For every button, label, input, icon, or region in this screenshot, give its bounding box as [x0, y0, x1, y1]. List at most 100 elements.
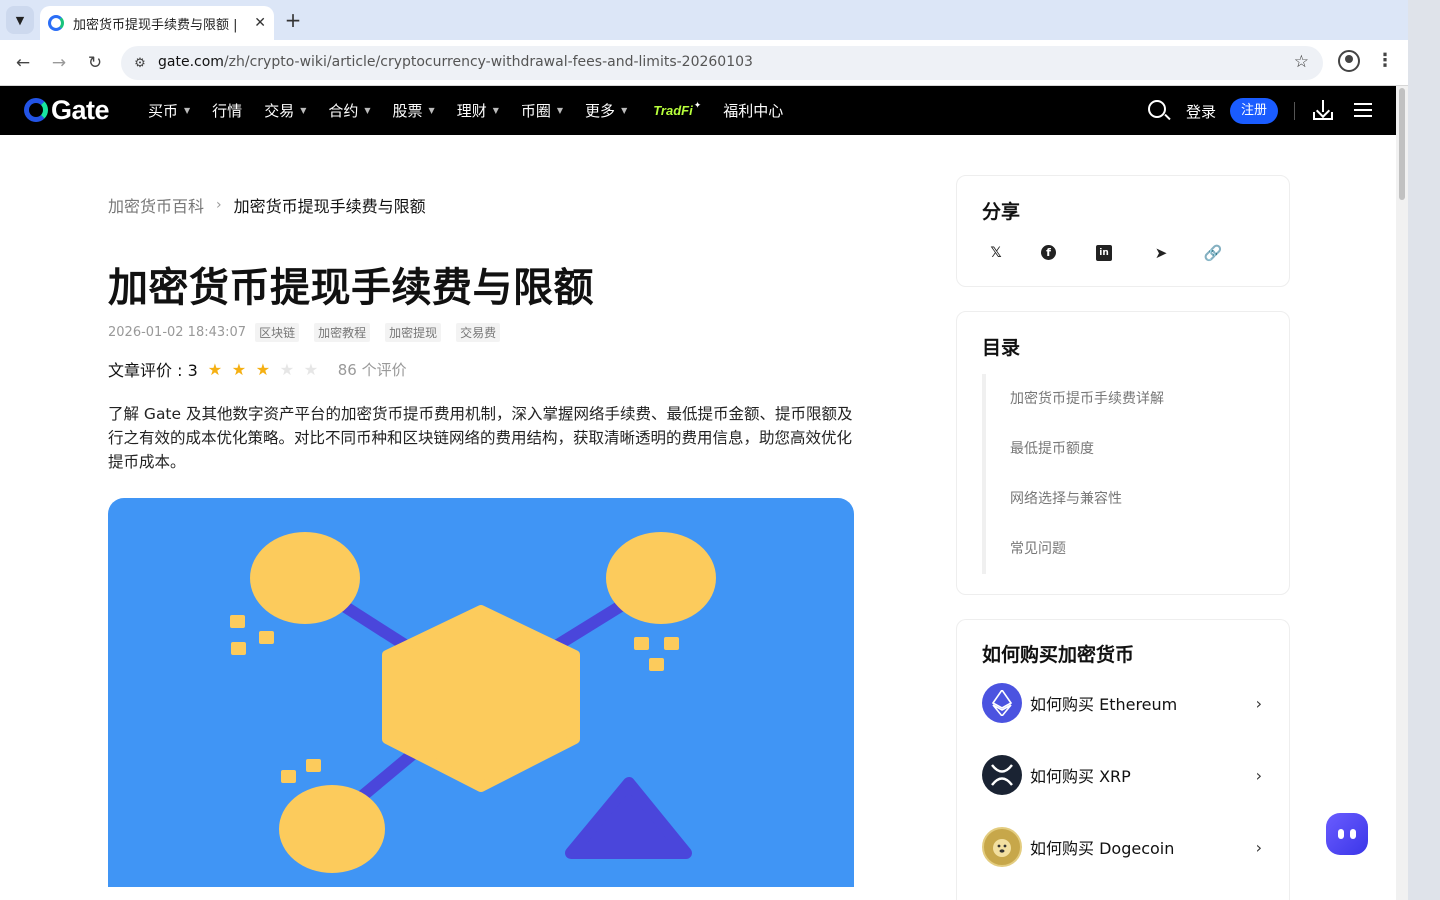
menu-web3[interactable]: 币圈 ▼ — [521, 100, 563, 121]
browser-menu-icon[interactable]: ⋮ — [1376, 50, 1394, 71]
url-host: gate.com — [158, 54, 224, 70]
menu-welfare-center[interactable]: 福利中心 — [723, 100, 783, 121]
menu-futures[interactable]: 合约 ▼ — [328, 100, 370, 121]
menu-label: 股票 — [392, 102, 423, 120]
menu-buy[interactable]: 买币 ▼ — [148, 100, 190, 121]
menu-label: 福利中心 — [723, 102, 784, 120]
ethereum-icon — [982, 683, 1022, 723]
hero-triangle — [565, 777, 692, 859]
chat-eye — [1338, 829, 1344, 839]
star-icon[interactable]: ★ — [304, 360, 328, 379]
gate-logo-icon — [24, 98, 48, 122]
caret-down-icon: ▼ — [428, 106, 435, 115]
caret-down-icon: ▼ — [621, 106, 628, 115]
site-info-icon[interactable]: ⚙ — [129, 52, 151, 74]
share-buttons: 𝕏 f in ➤ 🔗 — [983, 240, 1252, 266]
logo-text: Gate — [51, 95, 110, 125]
dogecoin-icon — [982, 827, 1022, 867]
hero-hexagon — [382, 605, 580, 792]
bookmark-star-icon[interactable]: ☆ — [1294, 52, 1309, 72]
gate-favicon-icon — [48, 15, 64, 31]
menu-stocks[interactable]: 股票 ▼ — [393, 100, 435, 121]
forward-arrow-icon[interactable]: → — [46, 50, 72, 76]
star-icon[interactable]: ★ — [280, 360, 304, 379]
hamburger-menu-icon[interactable] — [1354, 103, 1372, 117]
toc-list: 加密货币提币手续费详解 最低提币额度 网络选择与兼容性 常见问题 — [982, 374, 1262, 574]
reload-icon[interactable]: ↻ — [82, 50, 108, 76]
menu-markets[interactable]: 行情 — [212, 100, 242, 121]
toc-item[interactable]: 常见问题 — [986, 524, 1262, 574]
buy-dogecoin-link[interactable]: 如何购买 Dogecoin › — [982, 826, 1266, 868]
caret-down-icon: ▼ — [364, 106, 371, 115]
copy-link-icon[interactable]: 🔗 — [1200, 240, 1226, 266]
facebook-icon[interactable]: f — [1041, 245, 1056, 260]
close-tab-icon[interactable]: ✕ — [254, 15, 266, 31]
toc-item[interactable]: 加密货币提币手续费详解 — [986, 374, 1262, 424]
breadcrumb-home-link[interactable]: 加密货币百科 — [108, 193, 204, 217]
tag-trading-fees[interactable]: 交易费 — [456, 323, 501, 342]
caret-down-icon: ▼ — [184, 106, 191, 115]
xrp-icon — [982, 755, 1022, 795]
ai-assistant-chat-button[interactable] — [1326, 813, 1368, 855]
download-icon[interactable] — [1313, 100, 1333, 120]
buy-xrp-link[interactable]: 如何购买 XRP › — [982, 754, 1266, 796]
share-title: 分享 — [982, 201, 1021, 223]
new-tab-button[interactable]: + — [282, 8, 304, 32]
menu-earn[interactable]: 理财 ▼ — [457, 100, 499, 121]
signup-button[interactable]: 注册 — [1230, 98, 1278, 124]
search-icon[interactable] — [1148, 100, 1166, 118]
buy-label: 如何购买 Ethereum — [1030, 695, 1178, 714]
hero-node — [250, 532, 360, 624]
tab-search-button[interactable]: ▼ — [6, 6, 34, 34]
article-summary: 了解 Gate 及其他数字资产平台的加密货币提币费用机制，深入掌握网络手续费、最… — [108, 405, 853, 471]
tag-blockchain[interactable]: 区块链 — [255, 323, 300, 342]
url-text[interactable]: gate.com/zh/crypto-wiki/article/cryptocu… — [158, 54, 753, 70]
linkedin-icon[interactable]: in — [1096, 245, 1112, 261]
menu-more[interactable]: 更多 ▼ — [585, 100, 627, 121]
site-header: Gate 买币 ▼ 行情 交易 ▼ 合约 ▼ 股票 ▼ 理财 ▼ 币圈 ▼ 更多 ▼ Trad… — [0, 86, 1396, 135]
menu-label: 交易 — [264, 102, 295, 120]
rating-count: 86 个评价 — [337, 360, 407, 379]
toc-title: 目录 — [982, 337, 1021, 359]
address-bar[interactable]: ⚙ gate.com/zh/crypto-wiki/article/crypto… — [121, 46, 1323, 80]
menu-label: 币圈 — [520, 102, 551, 120]
star-icon[interactable]: ★ — [256, 360, 280, 379]
toc-item[interactable]: 最低提币额度 — [986, 424, 1262, 474]
tag-crypto-withdrawal[interactable]: 加密提现 — [385, 323, 442, 342]
tradfi-logo: TradFi — [653, 103, 693, 118]
menu-label: 合约 — [328, 102, 359, 120]
article-hero-image — [108, 498, 854, 887]
x-twitter-icon[interactable]: 𝕏 — [983, 240, 1009, 266]
menu-label: 行情 — [212, 102, 243, 120]
menu-trade[interactable]: 交易 ▼ — [264, 100, 306, 121]
chevron-right-icon: › — [1255, 837, 1262, 857]
profile-icon[interactable] — [1338, 50, 1360, 72]
header-divider — [1294, 102, 1295, 120]
caret-down-icon: ▼ — [300, 106, 307, 115]
article-rating: 文章评价 : 3 ★ ★ ★ ★ ★ 86 个评价 — [108, 357, 407, 381]
share-card: 分享 𝕏 f in ➤ 🔗 — [956, 175, 1290, 287]
menu-tradfi[interactable]: TradFi ✦ — [653, 100, 701, 121]
menu-label: 理财 — [456, 102, 487, 120]
breadcrumb-current: 加密货币提现手续费与限额 — [233, 197, 426, 216]
article-title: 加密货币提现手续费与限额 — [108, 265, 594, 311]
chevron-right-icon: › — [1255, 693, 1262, 713]
login-link[interactable]: 登录 — [1186, 101, 1216, 122]
star-icon[interactable]: ★ — [208, 360, 232, 379]
buy-label: 如何购买 XRP — [1030, 767, 1131, 786]
scrollbar-track[interactable] — [1396, 86, 1408, 900]
toc-card: 目录 加密货币提币手续费详解 最低提币额度 网络选择与兼容性 常见问题 — [956, 311, 1290, 595]
buy-ethereum-link[interactable]: 如何购买 Ethereum › — [982, 682, 1266, 724]
gate-logo[interactable]: Gate — [24, 95, 110, 125]
buy-label: 如何购买 Dogecoin — [1030, 839, 1175, 858]
toc-item[interactable]: 网络选择与兼容性 — [986, 474, 1262, 524]
window-edge — [1408, 0, 1440, 900]
back-arrow-icon[interactable]: ← — [10, 50, 36, 76]
browser-tab-active[interactable]: 加密货币提现手续费与限额 | ✕ — [40, 6, 274, 40]
telegram-icon[interactable]: ➤ — [1148, 240, 1174, 266]
scrollbar-thumb[interactable] — [1399, 88, 1405, 200]
sparkle-icon: ✦ — [693, 100, 702, 111]
star-icon[interactable]: ★ — [232, 360, 256, 379]
tag-crypto-tutorial[interactable]: 加密教程 — [314, 323, 371, 342]
rating-stars[interactable]: ★ ★ ★ ★ ★ — [208, 360, 328, 379]
